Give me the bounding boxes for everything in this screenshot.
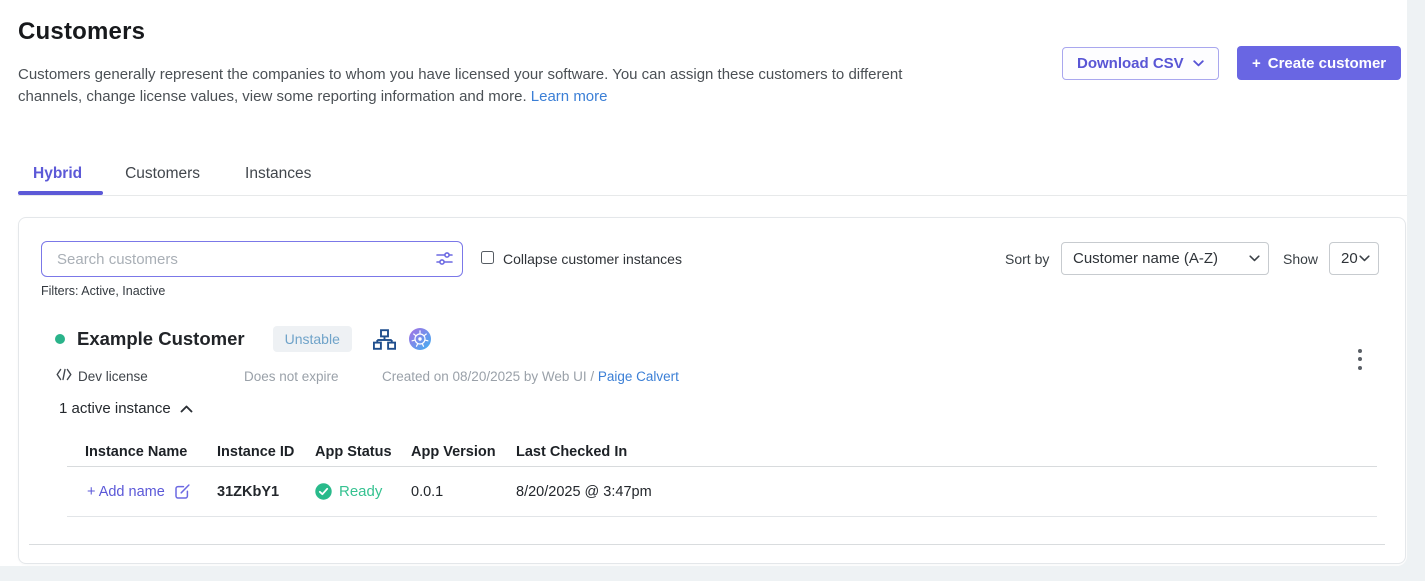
license-type: Dev license (56, 367, 148, 385)
kubernetes-icon (409, 328, 431, 350)
channel-badge: Unstable (273, 326, 352, 352)
app-status: Ready (315, 483, 411, 500)
instances-summary: 1 active instance (59, 400, 171, 417)
sort-select[interactable]: Customer name (A-Z) (1061, 242, 1269, 275)
created-by-link[interactable]: Paige Calvert (598, 369, 679, 384)
customer-section-divider (29, 544, 1385, 545)
create-customer-button[interactable]: + Create customer (1237, 46, 1401, 80)
collapse-instances-label[interactable]: Collapse customer instances (503, 251, 682, 267)
check-circle-icon (315, 483, 332, 500)
col-instance-id: Instance ID (217, 444, 315, 460)
page-description-text: Customers generally represent the compan… (18, 66, 902, 105)
app-status-label: Ready (339, 483, 382, 500)
plus-icon: + (1252, 55, 1261, 72)
tab-hybrid[interactable]: Hybrid (18, 165, 97, 183)
instance-row: + Add name 31ZKbY1 (67, 467, 1377, 517)
edit-icon[interactable] (174, 483, 191, 500)
active-tab-underline (18, 191, 103, 195)
create-customer-label: Create customer (1268, 55, 1386, 72)
tab-bar-divider (18, 195, 1407, 196)
show-count-select[interactable]: 20 (1329, 242, 1379, 275)
tab-customers[interactable]: Customers (125, 165, 200, 183)
sort-select-wrap: Customer name (A-Z) (1061, 242, 1269, 275)
chevron-down-icon (1193, 60, 1204, 67)
sort-by-label: Sort by (1005, 251, 1049, 267)
learn-more-link[interactable]: Learn more (531, 88, 608, 105)
show-label: Show (1283, 251, 1318, 267)
page-title: Customers (18, 18, 145, 46)
show-select-wrap: 20 (1329, 242, 1379, 275)
download-csv-button[interactable]: Download CSV (1062, 47, 1219, 80)
instance-id: 31ZKbY1 (217, 484, 315, 500)
add-name-link[interactable]: + Add name (87, 484, 165, 500)
license-expiration: Does not expire (244, 369, 339, 384)
customer-actions-menu[interactable] (1352, 342, 1368, 376)
chevron-up-icon (180, 405, 193, 413)
collapse-instances-checkbox[interactable] (481, 251, 494, 264)
col-app-version: App Version (411, 444, 516, 460)
tab-instances[interactable]: Instances (245, 165, 311, 183)
created-text: Created on 08/20/2025 by Web UI / (382, 369, 598, 384)
customer-name[interactable]: Example Customer (77, 328, 245, 350)
active-status-dot (55, 334, 65, 344)
download-csv-label: Download CSV (1077, 55, 1184, 72)
page-description: Customers generally represent the compan… (18, 64, 963, 108)
tab-bar: Hybrid Customers Instances (18, 156, 311, 192)
customer-header-row: Example Customer Unstable (55, 321, 431, 357)
license-created: Created on 08/20/2025 by Web UI / Paige … (382, 369, 679, 384)
instances-table: Instance Name Instance ID App Status App… (67, 438, 1377, 517)
license-type-label: Dev license (78, 369, 148, 384)
col-app-status: App Status (315, 444, 411, 460)
last-checked-in: 8/20/2025 @ 3:47pm (516, 484, 1377, 500)
app-version: 0.0.1 (411, 484, 516, 500)
active-filters-note: Filters: Active, Inactive (41, 284, 165, 298)
code-icon (56, 368, 72, 384)
sitemap-icon (373, 329, 396, 350)
customers-list-card: Collapse customer instances Sort by Cust… (18, 217, 1406, 564)
filter-sliders-icon[interactable] (435, 249, 454, 268)
search-input[interactable] (41, 241, 463, 277)
col-last-checked-in: Last Checked In (516, 444, 1377, 460)
main-content-panel: Customers Customers generally represent … (0, 0, 1407, 566)
col-instance-name: Instance Name (67, 444, 217, 460)
instances-table-header: Instance Name Instance ID App Status App… (67, 438, 1377, 467)
instances-toggle[interactable]: 1 active instance (59, 399, 193, 418)
